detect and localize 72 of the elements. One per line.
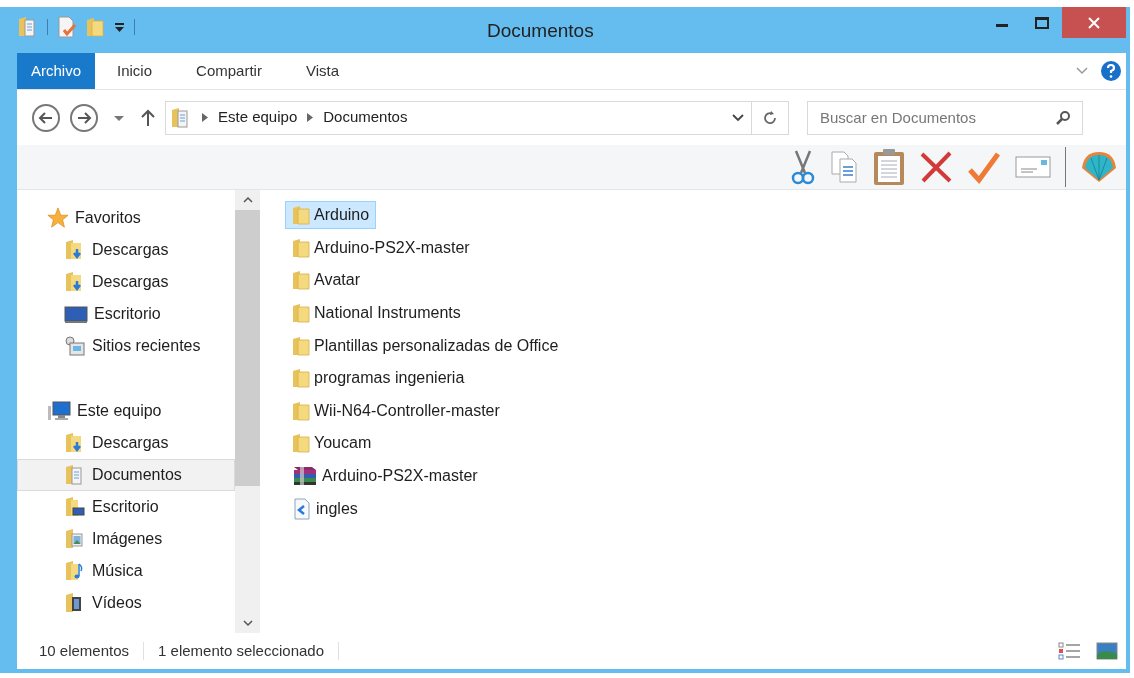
- nav-item[interactable]: Documentos: [17, 459, 235, 491]
- delete-x-icon[interactable]: [919, 150, 953, 184]
- selection-count: 1 elemento seleccionado: [158, 640, 324, 661]
- ribbon-tab[interactable]: Archivo: [17, 53, 96, 89]
- recent-places-icon: [64, 335, 86, 357]
- scissors-icon[interactable]: [791, 149, 815, 185]
- chevron-down-icon: [1076, 67, 1088, 75]
- chevron-right-icon[interactable]: [202, 113, 208, 122]
- file-item[interactable]: Youcam: [285, 429, 379, 458]
- file-item[interactable]: National Instruments: [285, 299, 468, 328]
- file-item[interactable]: Arduino-PS2X-master: [285, 462, 485, 491]
- details-view-icon[interactable]: [1058, 641, 1082, 661]
- file-item[interactable]: ingles: [285, 494, 365, 523]
- nav-item[interactable]: Música: [17, 555, 235, 587]
- search-field[interactable]: Buscar en Documentos: [807, 100, 1083, 135]
- folder-icon: [292, 270, 310, 291]
- window-title: Documentos: [487, 19, 594, 43]
- ribbon-tab[interactable]: Inicio: [95, 53, 175, 89]
- computer-icon: [47, 400, 71, 422]
- file-item[interactable]: programas ingenieria: [285, 364, 472, 393]
- folder-icon: [292, 237, 310, 258]
- star-icon: [47, 207, 69, 229]
- nav-item[interactable]: Descargas: [17, 427, 235, 459]
- file-item[interactable]: Arduino: [285, 201, 377, 230]
- file-item[interactable]: Wii-N64-Controller-master: [285, 396, 507, 425]
- chevron-down-icon: [731, 113, 744, 122]
- shell-icon[interactable]: [1080, 150, 1118, 184]
- desktop-folder-icon: [64, 496, 86, 518]
- folder-icon: [292, 205, 310, 226]
- chevron-right-icon[interactable]: [307, 113, 314, 122]
- nav-group[interactable]: Este equipo: [17, 395, 235, 427]
- copy-icon[interactable]: [829, 150, 859, 184]
- address-bar[interactable]: Este equipo Documentos: [165, 100, 789, 135]
- folder-icon: [292, 433, 310, 454]
- nav-item[interactable]: Escritorio: [17, 491, 235, 523]
- help-icon[interactable]: [1100, 60, 1122, 82]
- nav-item[interactable]: Descargas: [17, 266, 235, 298]
- nav-item[interactable]: Imágenes: [17, 523, 235, 555]
- forward-icon[interactable]: [69, 102, 99, 133]
- refresh-icon: [762, 109, 778, 126]
- file-item[interactable]: Plantillas personalizadas de Office: [285, 331, 566, 360]
- clipboard-icon[interactable]: [873, 148, 905, 186]
- checkmark-icon[interactable]: [967, 150, 1001, 184]
- file-item[interactable]: Avatar: [285, 266, 367, 295]
- folder-icon: [292, 335, 310, 356]
- ribbon-tab[interactable]: Compartir: [174, 53, 284, 89]
- archive-books-icon: [292, 465, 318, 488]
- breadcrumb-item[interactable]: Documentos: [323, 106, 408, 129]
- nav-item[interactable]: Escritorio: [17, 298, 235, 330]
- item-count: 10 elementos: [39, 640, 130, 661]
- folder-icon: [292, 368, 310, 389]
- document-icon: [292, 497, 312, 520]
- folder-icon: [292, 400, 310, 421]
- nav-item[interactable]: Sitios recientes: [17, 330, 235, 362]
- nav-group[interactable]: Favoritos: [17, 202, 235, 234]
- new-folder-icon: [86, 17, 104, 37]
- file-item[interactable]: Arduino-PS2X-master: [285, 233, 477, 262]
- caret-icon: [114, 26, 124, 32]
- folder-icon: [292, 303, 310, 324]
- scrollbar[interactable]: [235, 190, 260, 633]
- nav-item[interactable]: Vídeos: [17, 587, 235, 619]
- breadcrumb-item[interactable]: Este equipo: [218, 106, 298, 129]
- search-icon: [1055, 109, 1071, 126]
- close-button[interactable]: [1062, 7, 1126, 38]
- back-icon[interactable]: [31, 102, 61, 133]
- nav-item[interactable]: Descargas: [17, 234, 235, 266]
- up-arrow-icon[interactable]: [139, 107, 157, 128]
- monitor-icon: [64, 304, 88, 324]
- close-icon: [1088, 16, 1100, 29]
- properties-icon: [56, 16, 78, 38]
- pictures-folder-icon: [64, 528, 86, 550]
- ribbon-tab[interactable]: Vista: [283, 53, 361, 89]
